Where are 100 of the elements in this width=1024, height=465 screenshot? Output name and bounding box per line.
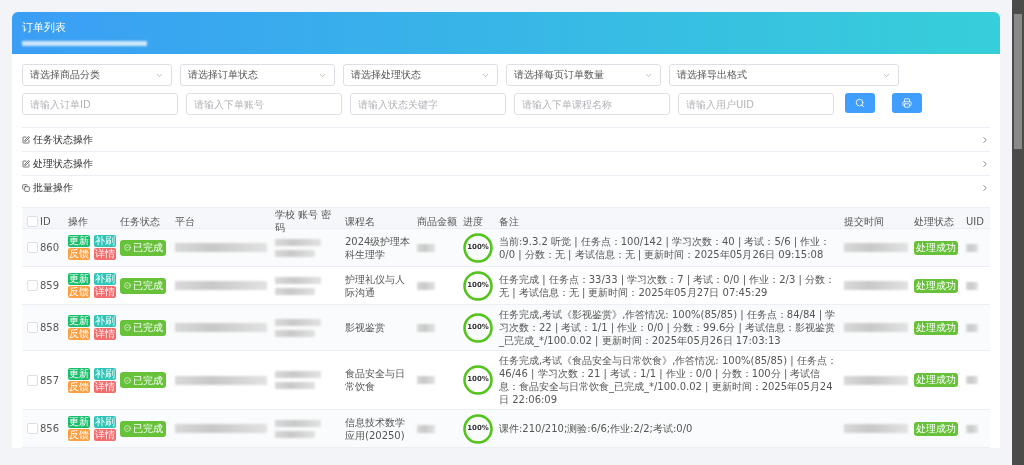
- filter-select[interactable]: 请选择导出格式: [669, 64, 899, 86]
- course-name: 食品安全与日常饮食: [345, 368, 405, 392]
- chevron-right-icon: [980, 182, 990, 193]
- section-title: 处理状态操作: [33, 156, 93, 171]
- search-button[interactable]: [845, 93, 875, 113]
- action-button[interactable]: 详情: [94, 248, 116, 260]
- column-header: 课程名: [345, 215, 375, 227]
- action-button[interactable]: 补刷: [94, 315, 116, 327]
- blurred-text: [275, 329, 315, 337]
- action-button[interactable]: 反馈: [68, 380, 90, 393]
- blurred-text: [275, 249, 315, 257]
- task-status-badge: 已完成: [120, 319, 166, 336]
- row-checkbox[interactable]: [27, 374, 38, 386]
- note-text: 任务完成,考试《食品安全与日常饮食》,作答情况: 100%(85/85) | 任务点：46/46 | 学习次数：21 | 考试：1/1 | 作业：0/0 | 分数：100分 | 考试信息：食品安全与日常饮食_已完成_*/100.0.02 | 更新时间：2025年05月24日 22:06:09: [499, 355, 837, 405]
- scrollbar[interactable]: [1012, 0, 1024, 465]
- action-button[interactable]: 反馈: [68, 286, 90, 298]
- action-button[interactable]: 详情: [94, 286, 116, 298]
- blurred-text: [275, 419, 321, 427]
- action-button[interactable]: 更新: [68, 416, 90, 428]
- section-title: 批量操作: [33, 180, 73, 195]
- collapse-header[interactable]: 处理状态操作: [22, 151, 990, 175]
- check-circle-icon: [123, 244, 131, 251]
- note-text: 任务完成,考试《影视鉴赏》,作答情况: 100%(85/85) | 任务点：84/84 | 学习次数：22 | 考试：1/1 | 作业：0/0 | 分数：99.6分 | 考试信息：影视鉴赏_已完成_*/100.0.02 | 更新时间：2025年05月26日 17:03:13: [499, 309, 836, 346]
- blurred-text: [275, 382, 315, 389]
- process-status-button[interactable]: 处理成功: [914, 421, 958, 436]
- row-checkbox[interactable]: [27, 423, 38, 434]
- course-name: 护理礼仪与人际沟通: [345, 273, 405, 298]
- column-header: ID: [40, 215, 51, 227]
- action-button[interactable]: 补刷: [94, 235, 116, 247]
- column-header: 操作: [68, 215, 88, 227]
- action-button[interactable]: 反馈: [68, 248, 90, 260]
- action-button[interactable]: 补刷: [94, 416, 116, 428]
- filter-select[interactable]: 请选择商品分类: [22, 64, 172, 86]
- blurred-text: [966, 243, 978, 252]
- action-button[interactable]: 详情: [94, 429, 116, 441]
- blurred-text: [417, 281, 435, 290]
- blurred-text: [275, 276, 321, 284]
- course-name: 2024级护理本科生理学: [345, 235, 411, 260]
- filter-select[interactable]: 请选择处理状态: [343, 64, 498, 86]
- check-circle-icon: [123, 376, 131, 384]
- column-header: UID: [966, 215, 984, 227]
- action-button[interactable]: 详情: [94, 380, 116, 393]
- edit-icon: [22, 135, 30, 144]
- action-button[interactable]: 反馈: [68, 429, 90, 441]
- filter-input[interactable]: 请输入状态关键字: [350, 93, 506, 115]
- collapse-header[interactable]: 任务状态操作: [22, 127, 990, 151]
- id-cell: 860: [40, 242, 60, 253]
- process-status-button[interactable]: 处理成功: [914, 240, 958, 255]
- blurred-text: [844, 243, 908, 252]
- row-checkbox[interactable]: [27, 242, 38, 253]
- chevron-right-icon: [980, 158, 990, 169]
- section-title: 任务状态操作: [33, 132, 93, 147]
- id-cell: 856: [40, 423, 60, 434]
- process-status-button[interactable]: 处理成功: [914, 320, 958, 335]
- action-button[interactable]: 补刷: [94, 273, 116, 285]
- action-button[interactable]: 更新: [68, 273, 90, 285]
- blurred-text: [275, 430, 315, 438]
- action-button[interactable]: 更新: [68, 315, 90, 327]
- action-button[interactable]: 补刷: [94, 367, 116, 380]
- id-cell: 857: [40, 374, 60, 386]
- blurred-text: [417, 424, 435, 433]
- blurred-text: [275, 238, 321, 246]
- check-circle-icon: [123, 324, 131, 331]
- blurred-text: [966, 323, 978, 332]
- chevron-right-icon: [980, 134, 990, 145]
- filter-input[interactable]: 请输入用户UID: [678, 93, 834, 115]
- blurred-text: [966, 424, 978, 433]
- filter-select[interactable]: 请选择每页订单数量: [506, 64, 661, 86]
- column-header: 任务状态: [120, 215, 160, 227]
- row-checkbox[interactable]: [27, 322, 38, 333]
- select-all-checkbox[interactable]: [27, 215, 38, 227]
- task-status-badge: 已完成: [120, 420, 166, 437]
- copy-icon: [22, 183, 30, 192]
- filter-input[interactable]: 请输入下单账号: [186, 93, 342, 115]
- row-checkbox[interactable]: [27, 280, 38, 291]
- blurred-text: [966, 281, 978, 290]
- action-button[interactable]: 更新: [68, 235, 90, 247]
- blurred-text: [275, 318, 321, 326]
- blurred-text: [417, 243, 435, 252]
- process-status-button[interactable]: 处理成功: [914, 278, 958, 293]
- column-header: 商品金额: [417, 215, 457, 227]
- blurred-text: [844, 424, 908, 433]
- action-button[interactable]: 更新: [68, 367, 90, 380]
- blurred-text: [417, 376, 435, 384]
- process-status-button[interactable]: 处理成功: [914, 373, 958, 387]
- column-header: 备注: [499, 215, 519, 227]
- print-button[interactable]: [892, 93, 922, 113]
- column-header: 学校 账号 密码: [275, 209, 332, 233]
- check-circle-icon: [123, 282, 131, 289]
- blurred-text: [844, 375, 908, 385]
- action-button[interactable]: 详情: [94, 328, 116, 340]
- filter-input[interactable]: 请输入订单ID: [22, 93, 178, 115]
- note-text: 当前:9.3.2 听觉 | 任务点：100/142 | 学习次数：40 | 考试：5/6 | 作业：0/0 | 分数：无 | 考试信息：无 | 更新时间：2025年05月26日 09:15:08: [499, 235, 831, 260]
- note-text: 任务完成 | 任务点：33/33 | 学习次数：7 | 考试：0/0 | 作业：2/3 | 分数：无 | 考试信息：无 | 更新时间：2025年05月27日 07:45:29: [499, 273, 835, 298]
- note-text: 课件:210/210;测验:6/6;作业:2/2;考试:0/0: [499, 423, 693, 434]
- page-title: 订单列表: [22, 20, 67, 35]
- action-button[interactable]: 反馈: [68, 328, 90, 340]
- filter-input[interactable]: 请输入下单课程名称: [514, 93, 670, 115]
- filter-select[interactable]: 请选择订单状态: [180, 64, 335, 86]
- collapse-header[interactable]: 批量操作: [22, 175, 990, 199]
